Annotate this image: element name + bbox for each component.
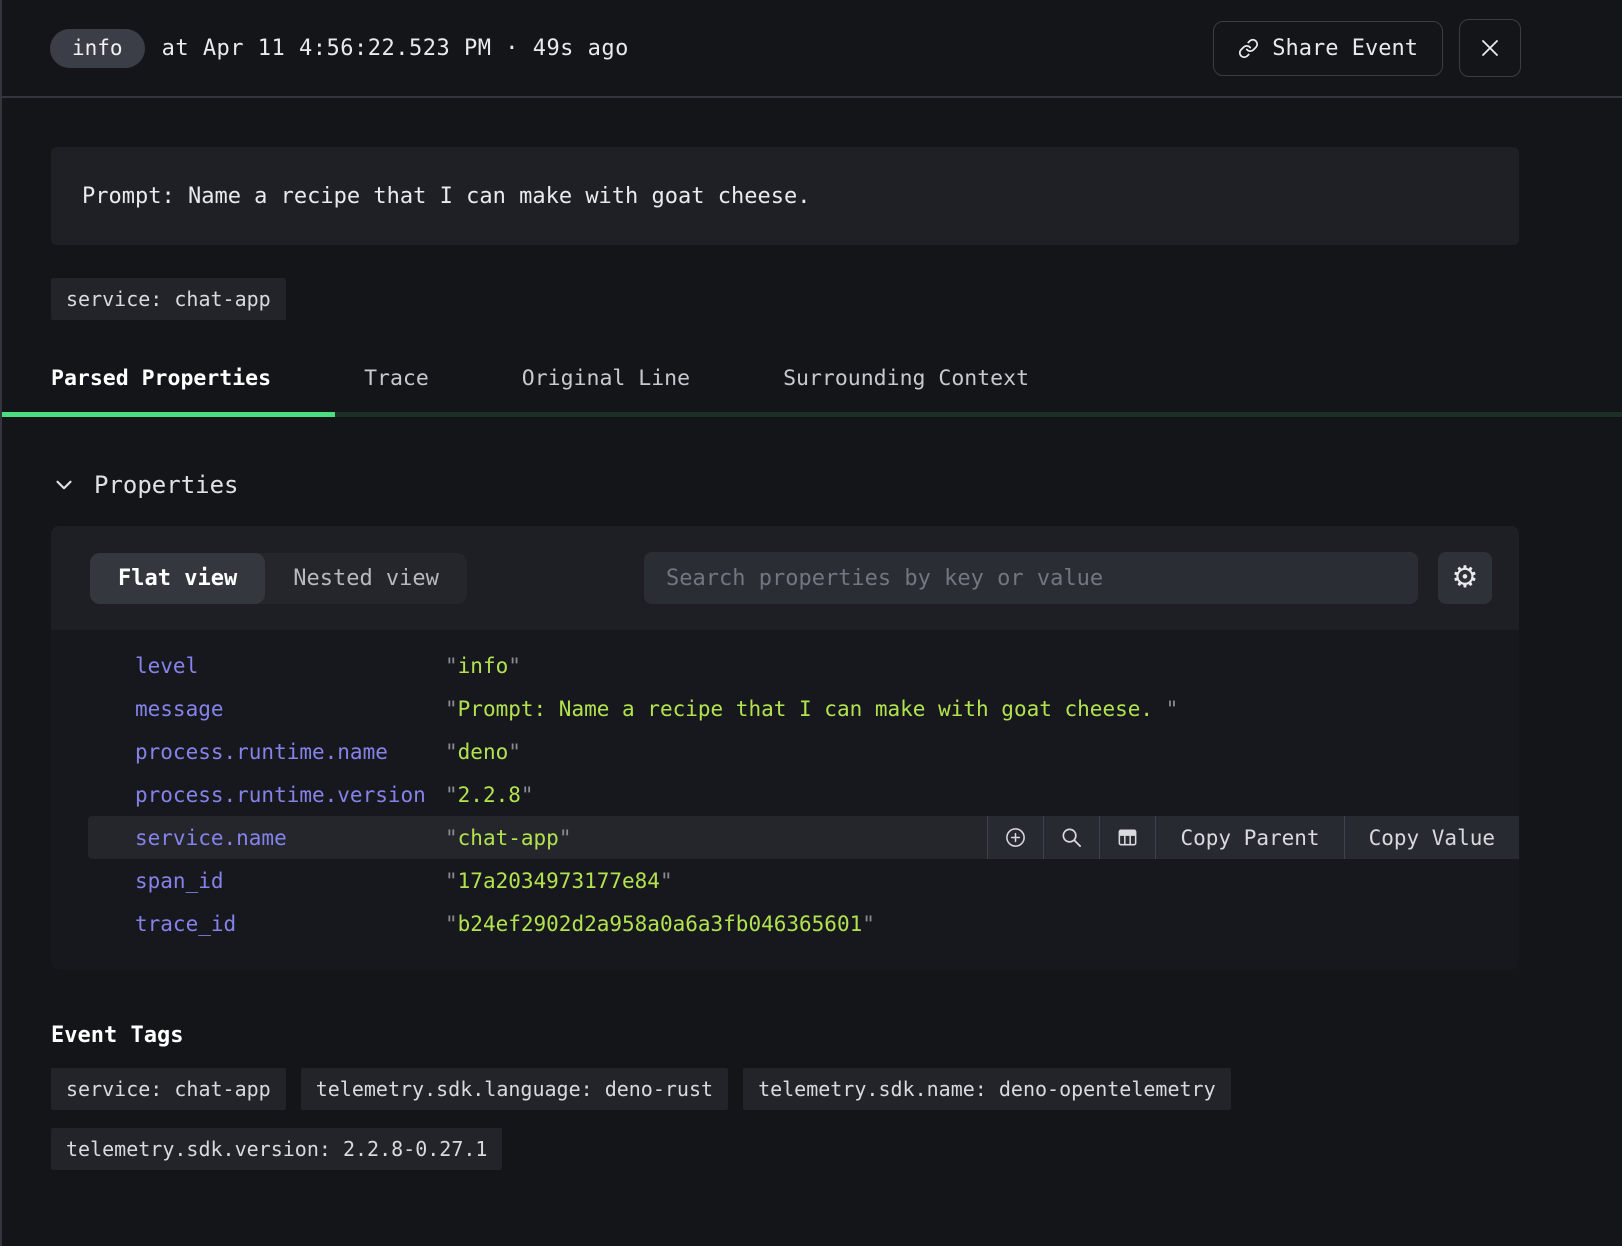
add-filter-button[interactable] [987, 816, 1043, 859]
property-value: b24ef2902d2a958a0a6a3fb046365601 [445, 912, 875, 936]
search-value-button[interactable] [1043, 816, 1099, 859]
add-column-button[interactable] [1099, 816, 1155, 859]
event-tag-chip[interactable]: service: chat-app [51, 1068, 286, 1110]
property-row[interactable]: process.runtime.name deno [88, 730, 1519, 773]
event-timestamp: at Apr 11 4:56:22.523 PM · 49s ago [162, 36, 629, 61]
property-row-hovered[interactable]: service.name chat-app [88, 816, 1519, 859]
event-detail-header: info at Apr 11 4:56:22.523 PM · 49s ago … [2, 0, 1622, 98]
property-row[interactable]: process.runtime.version 2.2.8 [88, 773, 1519, 816]
properties-rows: level info message Prompt: Name a recipe… [51, 630, 1519, 970]
event-tags-list: service: chat-app telemetry.sdk.language… [51, 1068, 1519, 1170]
close-icon [1478, 36, 1502, 60]
properties-toolbar: Flat view Nested view ⚙ [51, 526, 1519, 630]
active-tab-indicator [2, 412, 335, 417]
table-icon [1116, 826, 1139, 849]
property-value: 2.2.8 [445, 783, 534, 807]
properties-section-toggle[interactable]: Properties [51, 471, 239, 499]
copy-parent-button[interactable]: Copy Parent [1155, 816, 1343, 859]
row-actions-toolbar: Copy Parent Copy Value [987, 816, 1519, 859]
tab-original-line[interactable]: Original Line [522, 366, 690, 391]
property-key: trace_id [135, 912, 445, 936]
tab-trace[interactable]: Trace [364, 366, 429, 391]
share-event-button[interactable]: Share Event [1213, 21, 1443, 76]
tab-surrounding-context[interactable]: Surrounding Context [783, 366, 1029, 391]
service-tag-chip[interactable]: service: chat-app [51, 278, 286, 320]
property-key: service.name [135, 826, 445, 850]
search-icon [1060, 826, 1083, 849]
view-toggle-group: Flat view Nested view [90, 553, 467, 604]
nested-view-button[interactable]: Nested view [265, 553, 467, 604]
search-properties-input[interactable] [644, 552, 1418, 604]
plus-circle-icon [1004, 826, 1027, 849]
property-row[interactable]: trace_id b24ef2902d2a958a0a6a3fb04636560… [88, 902, 1519, 945]
detail-tabs: Parsed Properties Trace Original Line Su… [2, 366, 1622, 417]
property-row[interactable]: message Prompt: Name a recipe that I can… [88, 687, 1519, 730]
event-tag-chip[interactable]: telemetry.sdk.version: 2.2.8-0.27.1 [51, 1128, 502, 1170]
property-key: message [135, 697, 445, 721]
event-tags-title: Event Tags [51, 1023, 1519, 1048]
property-value: Prompt: Name a recipe that I can make wi… [445, 697, 1178, 721]
property-value: chat-app [445, 826, 571, 850]
property-key: process.runtime.name [135, 740, 445, 764]
close-button[interactable] [1459, 19, 1521, 77]
property-value: 17a2034973177e84 [445, 869, 673, 893]
event-message-text: Prompt: Name a recipe that I can make wi… [82, 184, 810, 209]
property-value: deno [445, 740, 521, 764]
link-icon [1238, 38, 1259, 59]
property-value: info [445, 654, 521, 678]
copy-value-button[interactable]: Copy Value [1344, 816, 1519, 859]
event-tag-chip[interactable]: telemetry.sdk.language: deno-rust [301, 1068, 728, 1110]
share-event-label: Share Event [1272, 36, 1418, 61]
event-tag-chip[interactable]: telemetry.sdk.name: deno-opentelemetry [743, 1068, 1231, 1110]
property-key: span_id [135, 869, 445, 893]
property-row[interactable]: span_id 17a2034973177e84 [88, 859, 1519, 902]
level-badge: info [50, 29, 145, 68]
property-key: process.runtime.version [135, 783, 445, 807]
flat-view-button[interactable]: Flat view [90, 553, 265, 604]
property-row[interactable]: level info [88, 644, 1519, 687]
gear-icon: ⚙ [1452, 563, 1479, 593]
tab-parsed-properties[interactable]: Parsed Properties [51, 366, 271, 391]
property-key: level [135, 654, 445, 678]
properties-card: Flat view Nested view ⚙ level info messa… [51, 526, 1519, 970]
properties-section-title: Properties [94, 471, 239, 499]
chevron-down-icon [51, 472, 77, 498]
event-message-preview: Prompt: Name a recipe that I can make wi… [51, 147, 1519, 245]
settings-button[interactable]: ⚙ [1438, 552, 1492, 604]
